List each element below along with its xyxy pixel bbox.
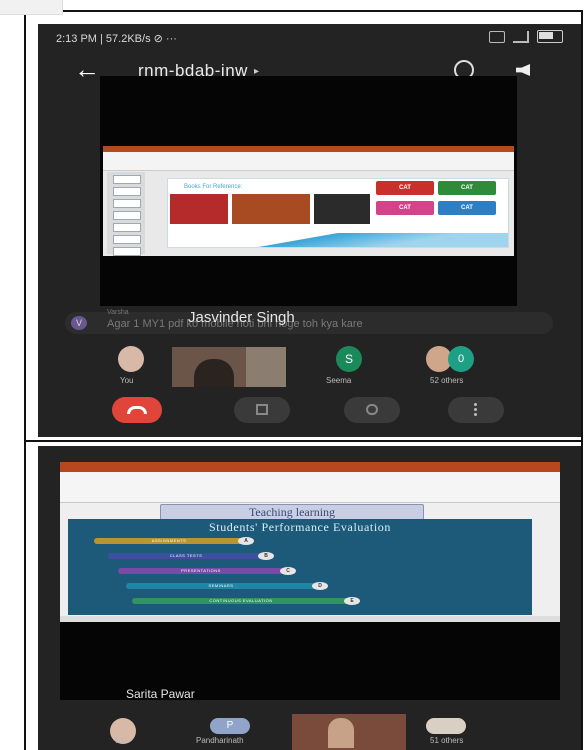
presentation-stage-2: Teaching learning Students' Performance … [60, 462, 560, 700]
end-call-button[interactable] [112, 397, 162, 423]
evaluation-bar-letter: E [344, 597, 360, 605]
ppt-ribbon [103, 152, 514, 171]
others-label: 51 others [430, 736, 464, 745]
participant-video-tile[interactable] [292, 714, 406, 750]
back-arrow-icon[interactable]: ← [74, 56, 100, 82]
shared-powerpoint-screen-2: Teaching learning Students' Performance … [60, 462, 560, 622]
video-call-status-icon [489, 30, 505, 43]
battery-icon [537, 30, 563, 43]
you-label: You [114, 736, 128, 745]
slide-thumbnail [113, 223, 141, 232]
slide-heading: Books For Reference: [184, 184, 243, 190]
presenter-name-2: Sarita Pawar [126, 687, 195, 701]
seema-label: Seema [326, 376, 352, 385]
mic-toggle-button[interactable] [344, 397, 400, 423]
slide-canvas: Books For Reference: CAT CAT CAT CAT [167, 178, 509, 248]
meet-call-screenshot-2: Teaching learning Students' Performance … [38, 446, 581, 750]
seema-avatar[interactable]: S [336, 346, 362, 372]
background-shelf [246, 347, 286, 387]
evaluation-bar: CONTINUOUS EVALUATION [132, 598, 350, 604]
evaluation-bar-letter: D [312, 582, 328, 590]
more-options-button[interactable] [448, 397, 504, 423]
participant-face [328, 718, 354, 748]
evaluation-bar: CLASS TESTS [108, 553, 264, 559]
cat-book-cover: CAT [438, 201, 496, 215]
meet-call-screenshot-1: 2:13 PM | 57.2KB/s ⊘ ··· ← rnm-bdab-jnw ▸ [38, 24, 581, 437]
shared-powerpoint-screen: Books For Reference: CAT CAT CAT CAT [103, 146, 514, 256]
participant-strip-2: You P Pandharinath 51 others [38, 714, 581, 750]
you-label: You [120, 376, 134, 385]
slide-thumbnail [113, 199, 141, 208]
camera-toggle-button[interactable] [234, 397, 290, 423]
slide-thumbnail [113, 235, 141, 244]
evaluation-bar: ASSIGNMENTS [94, 538, 244, 544]
book-cover [232, 194, 310, 224]
book-cover [170, 194, 228, 224]
others-count[interactable]: 0 [448, 346, 474, 372]
evaluation-bar-letter: A [238, 537, 254, 545]
slide-thumbnail [113, 175, 141, 184]
slide-thumbnail [113, 247, 141, 256]
status-bar: 2:13 PM | 57.2KB/s ⊘ ··· [56, 30, 563, 46]
book-cover [314, 194, 370, 224]
slide-decoration [168, 233, 508, 247]
participant-strip: You S Seema 0 52 others [38, 342, 581, 392]
corner-tab [0, 0, 63, 15]
evaluation-bar: PRESENTATIONS [118, 568, 284, 574]
evaluation-bar: SEMINARS [126, 583, 316, 589]
more-options-icon [474, 403, 477, 406]
screenshot-divider [24, 440, 583, 442]
call-controls [38, 396, 581, 426]
participant-head [194, 359, 234, 387]
slide-thumbnail [113, 211, 141, 220]
pandharinath-label: Pandharinath [196, 736, 244, 745]
cat-book-cover: CAT [438, 181, 496, 195]
status-time: 2:13 PM | 57.2KB/s ⊘ ··· [56, 33, 177, 45]
presenter-name: Jasvinder Singh [188, 309, 295, 326]
ppt-ribbon [60, 472, 560, 503]
cat-book-cover: CAT [376, 201, 434, 215]
pandharinath-avatar[interactable]: P [210, 718, 250, 734]
others-avatar[interactable] [426, 718, 466, 734]
ppt-status-bar [60, 616, 560, 622]
self-video-tile[interactable] [172, 347, 286, 387]
speaker-icon[interactable] [516, 64, 530, 76]
camera-off-icon [256, 404, 268, 415]
evaluation-slide: Students' Performance Evaluation ASSIGNM… [68, 519, 532, 615]
evaluation-bar-letter: C [280, 567, 296, 575]
evaluation-bar-letter: B [258, 552, 274, 560]
signal-icon [513, 30, 529, 43]
you-avatar[interactable] [118, 346, 144, 372]
slide-thumbnail [113, 187, 141, 196]
end-call-icon [127, 406, 147, 414]
others-label: 52 others [430, 376, 464, 385]
ppt-title-bar [60, 462, 560, 472]
mic-off-icon [366, 404, 378, 415]
cat-book-cover: CAT [376, 181, 434, 195]
evaluation-slide-title: Students' Performance Evaluation [209, 520, 391, 534]
slide-thumbnails [107, 172, 145, 256]
chat-avatar: V [71, 316, 87, 330]
presentation-stage: Books For Reference: CAT CAT CAT CAT [100, 76, 517, 306]
status-icons [489, 30, 563, 43]
teaching-learning-box: Teaching learning [160, 504, 424, 520]
chat-message-overlay[interactable]: V Varsha Agar 1 MY1 pdf ko mobile hoti b… [65, 309, 553, 334]
chat-sender: Varsha [107, 309, 129, 316]
